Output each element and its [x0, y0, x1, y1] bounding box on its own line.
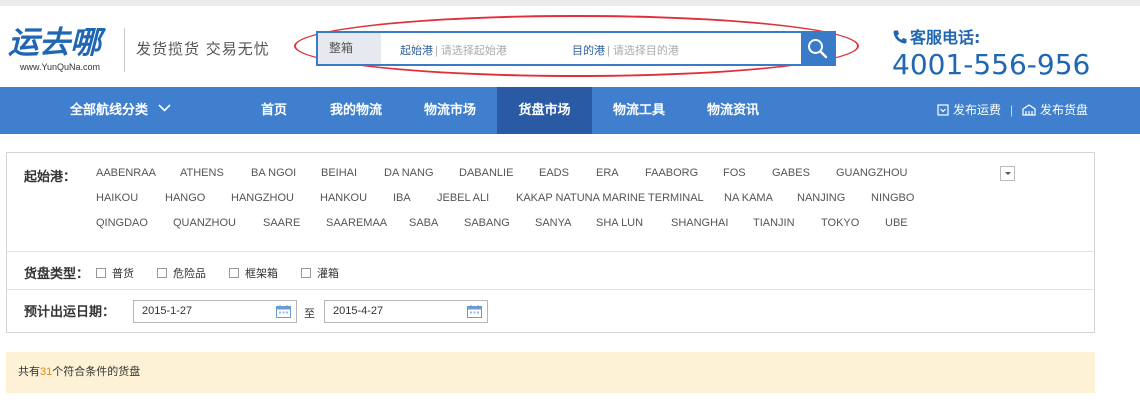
port-option[interactable]: SHA LUN — [596, 217, 643, 229]
panel-divider — [7, 251, 1094, 252]
nav-logistics-tools[interactable]: 物流工具 — [603, 87, 675, 134]
port-option[interactable]: SAAREMAA — [326, 217, 387, 229]
nav-route-categories-label: 全部航线分类 — [70, 103, 149, 118]
port-option[interactable]: DABANLIE — [459, 167, 513, 179]
date-range-separator: 至 — [304, 308, 315, 320]
port-option[interactable]: ATHENS — [180, 167, 224, 179]
port-option[interactable]: IBA — [393, 192, 411, 204]
checkbox[interactable] — [96, 268, 106, 278]
port-option[interactable]: AABENRAA — [96, 167, 156, 179]
port-option[interactable]: BEIHAI — [321, 167, 357, 179]
warehouse-icon — [1022, 104, 1036, 116]
port-option[interactable]: HAIKOU — [96, 192, 138, 204]
destination-port-input[interactable]: | 请选择目的港 — [607, 42, 679, 58]
calendar-icon[interactable] — [467, 305, 482, 318]
port-option[interactable]: SABA — [409, 217, 438, 229]
post-cargo-label: 发布货盘 — [1040, 103, 1089, 117]
search-type-select[interactable]: 整箱 — [318, 33, 381, 64]
calendar-icon[interactable] — [276, 305, 291, 318]
origin-port-input[interactable]: | 请选择起始港 — [435, 42, 507, 58]
checkbox[interactable] — [301, 268, 311, 278]
port-option[interactable]: TOKYO — [821, 217, 859, 229]
service-hotline: 客服电话: 4001-556-956 — [892, 24, 1090, 81]
port-option[interactable]: HANGO — [165, 192, 205, 204]
service-label: 客服电话: — [910, 28, 981, 47]
result-suffix: 个符合条件的货盘 — [52, 366, 141, 378]
phone-icon — [893, 30, 907, 44]
ship-date-to-input[interactable]: 2015-4-27 — [324, 300, 488, 323]
nav-logistics-news[interactable]: 物流资讯 — [697, 87, 769, 134]
port-option[interactable]: NINGBO — [871, 192, 914, 204]
origin-port-filter-label: 起始港： — [24, 170, 77, 185]
search-button[interactable] — [801, 33, 834, 64]
cargo-type-flat-rack[interactable]: 框架箱 — [229, 265, 278, 281]
document-icon — [937, 104, 949, 116]
port-option[interactable]: QINGDAO — [96, 217, 148, 229]
nav-my-logistics[interactable]: 我的物流 — [320, 87, 392, 134]
result-summary: 共有31个符合条件的货盘 — [6, 352, 1095, 393]
origin-port-label: 起始港 — [400, 45, 433, 57]
post-cargo-link[interactable]: 发布货盘 — [1022, 87, 1088, 134]
cargo-type-label: 货盘类型： — [24, 267, 90, 282]
logo[interactable]: 运去哪 www.YunQuNa.com — [8, 24, 118, 74]
filter-panel: 起始港： AABENRAA ATHENS BA NGOI BEIHAI DA N… — [6, 152, 1095, 333]
logo-divider — [124, 28, 125, 72]
port-option[interactable]: SABANG — [464, 217, 510, 229]
port-option[interactable]: ERA — [596, 167, 619, 179]
search-icon — [808, 39, 828, 59]
port-option[interactable]: SAARE — [263, 217, 300, 229]
port-option[interactable]: QUANZHOU — [173, 217, 236, 229]
nav-route-categories[interactable]: 全部航线分类 — [70, 87, 171, 134]
cargo-type-general[interactable]: 普货 — [96, 265, 134, 281]
port-option[interactable]: UBE — [885, 217, 908, 229]
slogan: 发货揽货 交易无忧 — [136, 40, 270, 58]
post-freight-link[interactable]: 发布运费 — [937, 87, 1001, 134]
port-option[interactable]: HANGZHOU — [231, 192, 294, 204]
nav-separator: | — [1010, 103, 1014, 117]
main-nav: 全部航线分类 首页 我的物流 物流市场 货盘市场 物流工具 物流资讯 发布运费 … — [0, 87, 1140, 134]
port-option[interactable]: KAKAP NATUNA MARINE TERMINAL — [516, 192, 704, 204]
ship-date-label: 预计出运日期： — [24, 305, 116, 320]
port-option[interactable]: NA KAMA — [724, 192, 773, 204]
port-option[interactable]: GUANGZHOU — [836, 167, 908, 179]
port-option[interactable]: SHANGHAI — [671, 217, 728, 229]
ship-date-from-input[interactable]: 2015-1-27 — [133, 300, 297, 323]
checkbox[interactable] — [229, 268, 239, 278]
ship-date-to-value: 2015-4-27 — [333, 305, 384, 317]
port-option[interactable]: EADS — [539, 167, 569, 179]
port-option[interactable]: TIANJIN — [753, 217, 795, 229]
top-strip — [0, 0, 1140, 6]
logo-text: 运去哪 — [8, 25, 101, 61]
port-option[interactable]: GABES — [772, 167, 810, 179]
panel-divider — [7, 289, 1094, 290]
cargo-type-tank[interactable]: 灌箱 — [301, 265, 339, 281]
ship-date-from-value: 2015-1-27 — [142, 305, 193, 317]
port-option[interactable]: NANJING — [797, 192, 845, 204]
search-bar: 整箱 起始港 | 请选择起始港 目的港 | 请选择目的港 — [316, 31, 836, 66]
cargo-type-dangerous[interactable]: 危险品 — [157, 265, 206, 281]
logo-url: www.YunQuNa.com — [20, 62, 101, 72]
port-option[interactable]: FOS — [723, 167, 746, 179]
nav-home[interactable]: 首页 — [248, 87, 300, 134]
port-option[interactable]: BA NGOI — [251, 167, 296, 179]
destination-port-label: 目的港 — [572, 45, 605, 57]
checkbox[interactable] — [157, 268, 167, 278]
nav-cargo-market[interactable]: 货盘市场 — [497, 87, 592, 134]
service-phone-number: 4001-556-956 — [892, 48, 1091, 81]
nav-logistics-market[interactable]: 物流市场 — [414, 87, 486, 134]
port-option[interactable]: JEBEL ALI — [437, 192, 489, 204]
result-count: 31 — [40, 366, 53, 378]
expand-ports-button[interactable] — [1000, 166, 1015, 181]
post-freight-label: 发布运费 — [953, 103, 1002, 117]
port-option[interactable]: HANKOU — [320, 192, 367, 204]
port-option[interactable]: DA NANG — [384, 167, 434, 179]
port-option[interactable]: SANYA — [535, 217, 571, 229]
chevron-down-icon — [158, 104, 171, 112]
result-prefix: 共有 — [18, 366, 40, 378]
port-option[interactable]: FAABORG — [645, 167, 698, 179]
